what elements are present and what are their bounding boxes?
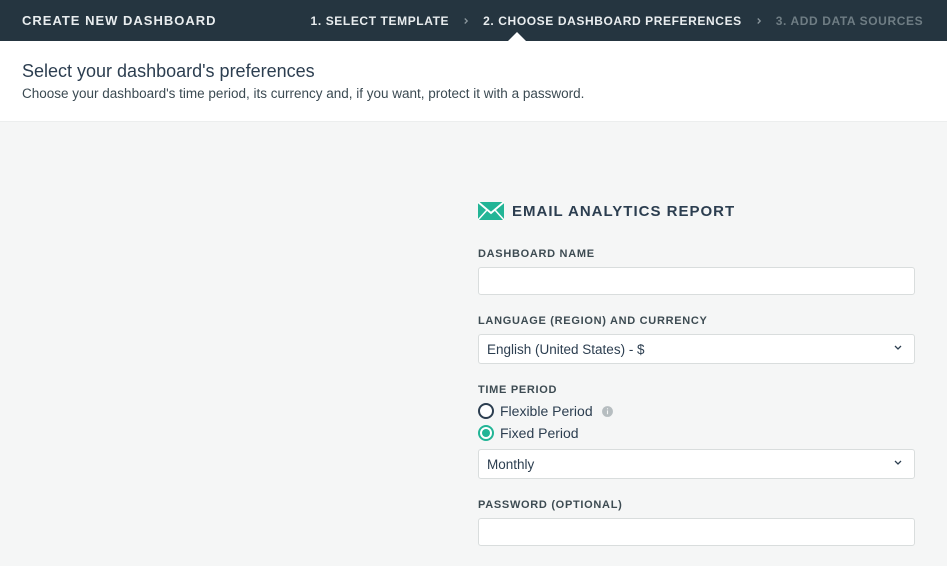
- chevron-right-icon: [754, 16, 764, 26]
- time-period-label: TIME PERIOD: [478, 384, 915, 396]
- dashboard-name-group: DASHBOARD NAME: [478, 248, 915, 295]
- password-label: PASSWORD (OPTIONAL): [478, 499, 915, 511]
- radio-flexible-period[interactable]: Flexible Period: [478, 403, 915, 419]
- radio-fixed-period[interactable]: Fixed Period: [478, 425, 915, 441]
- envelope-icon: [478, 202, 504, 220]
- wizard-steps: 1. SELECT TEMPLATE 2. CHOOSE DASHBOARD P…: [309, 14, 926, 28]
- language-select[interactable]: English (United States) - $: [478, 334, 915, 364]
- time-period-group: TIME PERIOD Flexible Period Fixed Period…: [478, 384, 915, 479]
- password-input[interactable]: [478, 518, 915, 546]
- page-title: CREATE NEW DASHBOARD: [22, 13, 217, 28]
- subheader: Select your dashboard's preferences Choo…: [0, 41, 947, 122]
- radio-button-selected-icon: [478, 425, 494, 441]
- subheader-title: Select your dashboard's preferences: [22, 61, 925, 82]
- radio-button-icon: [478, 403, 494, 419]
- dashboard-name-label: DASHBOARD NAME: [478, 248, 915, 260]
- language-group: LANGUAGE (REGION) AND CURRENCY English (…: [478, 315, 915, 364]
- step-add-data-sources[interactable]: 3. ADD DATA SOURCES: [774, 14, 925, 28]
- dashboard-name-input[interactable]: [478, 267, 915, 295]
- section-title-text: EMAIL ANALYTICS REPORT: [512, 203, 735, 220]
- language-label: LANGUAGE (REGION) AND CURRENCY: [478, 315, 915, 327]
- step-select-template[interactable]: 1. SELECT TEMPLATE: [309, 14, 452, 28]
- language-selected-value: English (United States) - $: [487, 342, 645, 357]
- info-icon[interactable]: [601, 405, 614, 418]
- subheader-description: Choose your dashboard's time period, its…: [22, 86, 925, 101]
- active-step-indicator: [508, 32, 526, 41]
- step-choose-preferences[interactable]: 2. CHOOSE DASHBOARD PREFERENCES: [481, 14, 744, 28]
- radio-label: Flexible Period: [500, 403, 593, 419]
- preferences-form: EMAIL ANALYTICS REPORT DASHBOARD NAME LA…: [478, 202, 915, 566]
- topbar: CREATE NEW DASHBOARD 1. SELECT TEMPLATE …: [0, 0, 947, 41]
- chevron-right-icon: [461, 16, 471, 26]
- content-area: EMAIL ANALYTICS REPORT DASHBOARD NAME LA…: [0, 122, 947, 566]
- radio-label: Fixed Period: [500, 425, 579, 441]
- period-select[interactable]: Monthly: [478, 449, 915, 479]
- password-group: PASSWORD (OPTIONAL): [478, 499, 915, 546]
- period-selected-value: Monthly: [487, 457, 534, 472]
- chevron-down-icon: [892, 457, 904, 472]
- form-section-title: EMAIL ANALYTICS REPORT: [478, 202, 915, 220]
- chevron-down-icon: [892, 342, 904, 357]
